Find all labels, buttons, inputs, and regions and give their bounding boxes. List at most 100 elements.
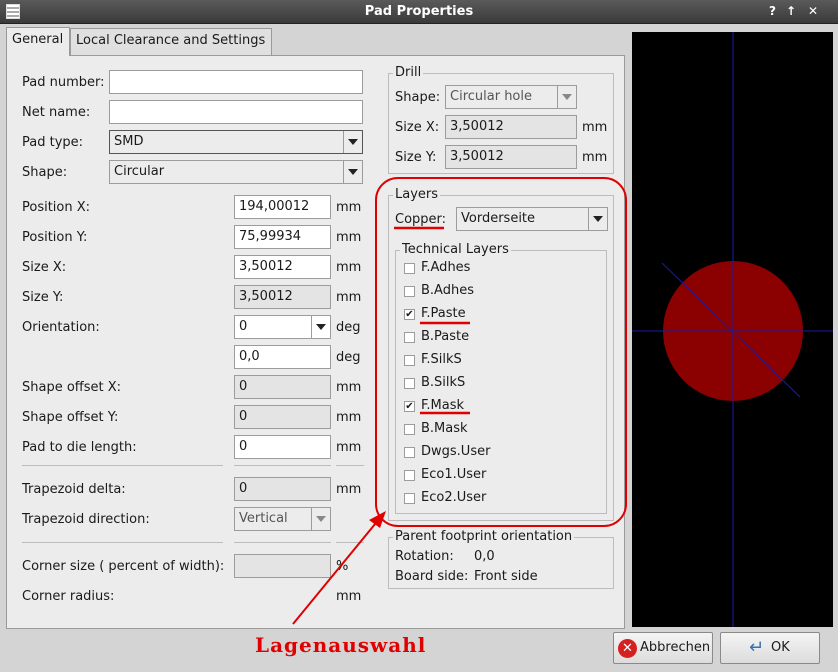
rotation-label: Rotation: xyxy=(395,549,454,564)
layer-checkbox[interactable]: ✔ xyxy=(404,401,415,412)
size-x-label: Size X: xyxy=(22,260,67,275)
pad-number-label: Pad number: xyxy=(22,75,105,90)
copper-layer-value: Vorderseite xyxy=(461,211,536,226)
orientation-custom-input[interactable]: 0,0 xyxy=(234,345,331,369)
trapezoid-direction-label: Trapezoid direction: xyxy=(22,512,150,527)
tab-general[interactable]: General xyxy=(6,27,70,56)
separator xyxy=(234,465,331,466)
position-x-unit: mm xyxy=(336,200,362,215)
chevron-down-icon xyxy=(311,508,330,530)
board-side-label: Board side: xyxy=(395,569,469,584)
chevron-down-icon xyxy=(311,316,330,338)
separator xyxy=(22,542,223,543)
position-y-input[interactable]: 75,99934 xyxy=(234,225,331,249)
layer-checkbox[interactable]: ✔ xyxy=(404,309,415,320)
title-bar: Pad Properties ? ↑ ✕ xyxy=(0,0,838,24)
position-y-label: Position Y: xyxy=(22,230,88,245)
drill-size-x-unit: mm xyxy=(582,120,608,135)
pad-to-die-label: Pad to die length: xyxy=(22,440,137,455)
separator xyxy=(336,542,364,543)
trapezoid-delta-input: 0 xyxy=(234,477,331,501)
trapezoid-delta-label: Trapezoid delta: xyxy=(22,482,126,497)
board-side-value: Front side xyxy=(474,569,538,584)
layer-checkbox[interactable] xyxy=(404,286,415,297)
layer-checkbox-label: F.Paste xyxy=(421,306,466,321)
shape-offset-x-label: Shape offset X: xyxy=(22,380,122,395)
corner-size-input xyxy=(234,554,331,578)
layer-checkbox[interactable] xyxy=(404,355,415,366)
close-icon[interactable]: ✕ xyxy=(808,4,818,18)
pad-to-die-unit: mm xyxy=(336,440,362,455)
layer-checkbox-label: F.SilkS xyxy=(421,352,462,367)
help-icon[interactable]: ? xyxy=(769,4,776,18)
layer-checkbox[interactable] xyxy=(404,493,415,504)
shape-offset-y-input: 0 xyxy=(234,405,331,429)
return-arrow-icon: ↵ xyxy=(749,637,765,658)
cancel-button-label: Abbrechen xyxy=(640,640,711,655)
layer-checkbox-label: F.Adhes xyxy=(421,260,471,275)
tab-local-clearance[interactable]: Local Clearance and Settings xyxy=(70,28,272,55)
drill-size-y-unit: mm xyxy=(582,150,608,165)
separator xyxy=(234,542,331,543)
layer-checkbox-label: B.Paste xyxy=(421,329,470,344)
layer-checkbox-label: B.Mask xyxy=(421,421,468,436)
maximize-icon[interactable]: ↑ xyxy=(786,4,796,18)
copper-layer-select[interactable]: Vorderseite xyxy=(456,207,608,231)
layer-checkbox[interactable] xyxy=(404,332,415,343)
drill-shape-label: Shape: xyxy=(395,90,441,105)
orientation-value: 0 xyxy=(239,319,248,334)
shape-value: Circular xyxy=(114,164,165,179)
trapezoid-direction-select: Vertical xyxy=(234,507,331,531)
pad-preview-canvas[interactable] xyxy=(632,32,833,627)
layer-checkbox[interactable] xyxy=(404,470,415,481)
chevron-down-icon xyxy=(588,208,607,230)
ok-button[interactable]: ↵ OK xyxy=(720,632,820,664)
pad-type-label: Pad type: xyxy=(22,135,84,150)
layer-checkbox-label: Dwgs.User xyxy=(421,444,491,459)
drill-size-x-label: Size X: xyxy=(395,120,440,135)
shape-offset-x-unit: mm xyxy=(336,380,362,395)
layer-checkbox[interactable] xyxy=(404,447,415,458)
net-name-input[interactable] xyxy=(109,100,363,124)
orientation-unit: deg xyxy=(336,320,361,335)
pad-number-input[interactable] xyxy=(109,70,363,94)
cancel-icon: ✕ xyxy=(618,639,637,658)
layer-checkbox-label: B.Adhes xyxy=(421,283,474,298)
chevron-down-icon xyxy=(343,131,362,153)
layer-checkbox[interactable] xyxy=(404,378,415,389)
separator xyxy=(336,465,364,466)
trapezoid-direction-value: Vertical xyxy=(239,511,288,526)
drill-title: Drill xyxy=(393,65,424,80)
drill-shape-value: Circular hole xyxy=(450,89,532,104)
size-y-label: Size Y: xyxy=(22,290,64,305)
layer-checkbox-label: B.SilkS xyxy=(421,375,466,390)
separator xyxy=(22,465,223,466)
orientation-custom-unit: deg xyxy=(336,350,361,365)
drill-size-x-input: 3,50012 xyxy=(445,115,577,139)
layer-checkbox[interactable] xyxy=(404,424,415,435)
pad-type-select[interactable]: SMD xyxy=(109,130,363,154)
layer-checkbox-label: Eco1.User xyxy=(421,467,487,482)
trapezoid-delta-unit: mm xyxy=(336,482,362,497)
cancel-button[interactable]: ✕ Abbrechen xyxy=(613,632,713,664)
annotation-label: Lagenauswahl xyxy=(255,633,427,657)
shape-select[interactable]: Circular xyxy=(109,160,363,184)
window-title: Pad Properties xyxy=(364,4,474,19)
corner-radius-label: Corner radius: xyxy=(22,589,115,604)
layer-checkbox[interactable] xyxy=(404,263,415,274)
orientation-select[interactable]: 0 xyxy=(234,315,331,339)
layer-checkbox-label: Eco2.User xyxy=(421,490,487,505)
size-y-unit: mm xyxy=(336,290,362,305)
position-x-input[interactable]: 194,00012 xyxy=(234,195,331,219)
shape-label: Shape: xyxy=(22,165,68,180)
ok-button-label: OK xyxy=(771,640,790,655)
pad-to-die-input[interactable]: 0 xyxy=(234,435,331,459)
size-x-input[interactable]: 3,50012 xyxy=(234,255,331,279)
pad-preview-drawing xyxy=(632,32,833,627)
corner-size-label: Corner size ( percent of width): xyxy=(22,559,225,574)
size-x-unit: mm xyxy=(336,260,362,275)
net-name-label: Net name: xyxy=(22,105,91,120)
chevron-down-icon xyxy=(557,86,576,108)
shape-offset-y-label: Shape offset Y: xyxy=(22,410,119,425)
corner-radius-unit: mm xyxy=(336,589,362,604)
